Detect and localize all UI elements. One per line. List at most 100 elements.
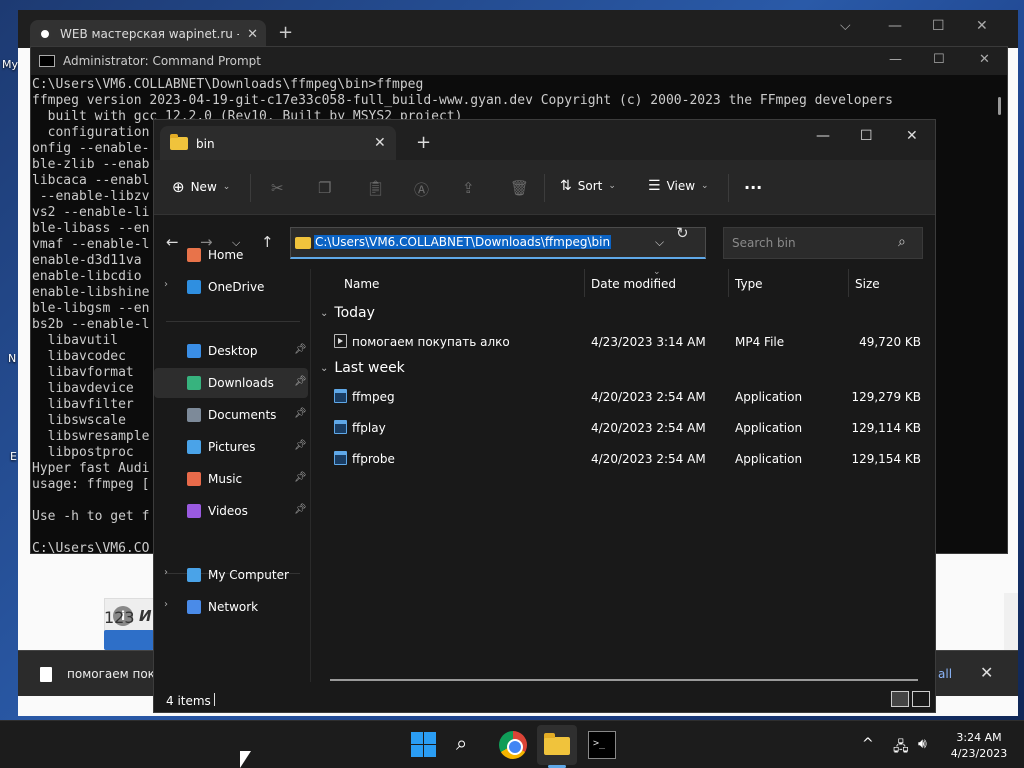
sort-button[interactable]: ⇅ Sort ⌄ xyxy=(560,178,616,194)
tiles-view-icon[interactable] xyxy=(912,691,930,707)
refresh-icon[interactable]: ↻ xyxy=(676,224,689,242)
chrome-icon[interactable] xyxy=(499,731,527,759)
status-bar: 4 items xyxy=(154,682,935,712)
chevron-up-icon[interactable]: ^ xyxy=(862,736,874,752)
maximize-icon[interactable]: ☐ xyxy=(933,52,945,67)
horizontal-scrollbar[interactable] xyxy=(330,679,918,681)
column-header-name[interactable]: Name xyxy=(344,277,379,291)
address-bar[interactable]: C:\Users\VM6.COLLABNET\Downloads\ffmpeg\… xyxy=(290,227,706,259)
cmd-scrollbar-thumb[interactable] xyxy=(998,97,1001,115)
column-divider[interactable] xyxy=(728,269,729,297)
pin-icon: 📌︎ xyxy=(294,408,307,419)
minimize-icon[interactable]: — xyxy=(888,18,902,34)
maximize-icon[interactable]: ☐ xyxy=(932,18,945,34)
sidebar-item-pictures[interactable]: Pictures 📌︎ xyxy=(154,432,308,462)
expand-chevron-icon[interactable]: › xyxy=(164,567,168,578)
explorer-titlebar: bin ✕ + — ☐ ✕ xyxy=(154,120,935,160)
search-icon[interactable]: ⌕ xyxy=(456,731,484,759)
group-header[interactable]: ⌄ Last week xyxy=(320,360,405,376)
volume-icon[interactable]: 🔊︎ xyxy=(918,736,927,752)
file-explorer-window: bin ✕ + — ☐ ✕ ⊕ New ⌄ ✂ ❐ 📋︎ Ⓐ ⇪ 🗑︎ ⇅ So… xyxy=(153,119,936,713)
delete-icon[interactable]: 🗑︎ xyxy=(510,179,529,197)
file-row[interactable]: ffprobe 4/20/2023 2:54 AM Application 129,1… xyxy=(314,446,935,472)
command-prompt-icon[interactable] xyxy=(588,731,616,759)
file-row[interactable]: помогаем покупать алко 4/23/2023 3:14 AM M… xyxy=(314,329,935,355)
sidebar-item-desktop[interactable]: Desktop 📌︎ xyxy=(154,336,308,366)
desktop-icon-label-1[interactable]: My xyxy=(2,58,18,71)
sidebar-item-home[interactable]: Home xyxy=(154,240,308,270)
browser-titlebar: WEB мастерская wapinet.ru - по ✕ + ⌵ — ☐… xyxy=(18,10,1018,48)
new-button[interactable]: ⊕ New ⌄ xyxy=(172,178,230,196)
desktop-icon-label-2[interactable]: N xyxy=(8,352,16,365)
show-all-link[interactable]: all xyxy=(938,667,952,681)
expand-chevron-icon[interactable]: › xyxy=(164,599,168,610)
page-button[interactable] xyxy=(104,630,154,650)
sidebar-scrollbar[interactable] xyxy=(310,269,311,682)
expand-chevron-icon[interactable]: › xyxy=(164,279,168,290)
sidebar-item-documents[interactable]: Documents 📌︎ xyxy=(154,400,308,430)
column-header-type[interactable]: Type xyxy=(735,277,763,291)
new-button-label: New xyxy=(190,180,217,194)
maximize-icon[interactable]: ☐ xyxy=(860,128,873,144)
sidebar-item-network[interactable]: › Network xyxy=(154,592,308,622)
onedrive-icon xyxy=(187,280,201,294)
browser-tab[interactable]: WEB мастерская wapinet.ru - по ✕ xyxy=(30,20,266,48)
column-divider[interactable] xyxy=(584,269,585,297)
pin-icon: 📌︎ xyxy=(294,376,307,387)
view-button-label: View xyxy=(666,179,696,193)
close-icon[interactable]: ✕ xyxy=(976,18,988,34)
sidebar-item-onedrive[interactable]: › OneDrive xyxy=(154,272,308,302)
new-tab-button[interactable]: + xyxy=(416,134,431,152)
close-download-bar-button[interactable]: ✕ xyxy=(980,663,993,682)
address-dropdown-icon[interactable]: ⌵ xyxy=(655,235,664,250)
address-path[interactable]: C:\Users\VM6.COLLABNET\Downloads\ffmpeg\… xyxy=(314,235,612,249)
sidebar-item-label: Pictures xyxy=(208,440,256,454)
toolbar-divider xyxy=(728,174,729,202)
chevron-down-icon: ⌄ xyxy=(608,181,616,191)
view-button[interactable]: ☰ View ⌄ xyxy=(648,178,709,194)
minimize-icon[interactable]: — xyxy=(889,52,902,67)
minimize-icon[interactable]: — xyxy=(816,128,830,144)
close-icon[interactable]: ✕ xyxy=(979,52,990,67)
network-icon[interactable]: 🖧︎ xyxy=(893,736,909,760)
info-letter: И xyxy=(139,607,152,625)
copy-icon[interactable]: ❐ xyxy=(318,179,331,197)
group-header[interactable]: ⌄ Today xyxy=(320,305,375,321)
new-tab-button[interactable]: + xyxy=(278,24,293,42)
desktop-icon-label-3[interactable]: E xyxy=(10,450,17,463)
file-row[interactable]: ffmpeg 4/20/2023 2:54 AM Application 129,27… xyxy=(314,384,935,410)
collapse-chevron-icon[interactable]: ⌄ xyxy=(320,363,328,374)
application-file-icon xyxy=(334,451,347,465)
file-explorer-icon[interactable] xyxy=(543,731,571,759)
sidebar-item-my-computer[interactable]: › My Computer xyxy=(154,560,308,590)
folder-icon xyxy=(170,134,188,150)
more-options-button[interactable]: ··· xyxy=(744,178,762,197)
column-header-date[interactable]: Date modified xyxy=(591,277,676,291)
file-row[interactable]: ffplay 4/20/2023 2:54 AM Application 129,11… xyxy=(314,415,935,441)
sidebar-item-downloads[interactable]: Downloads 📌︎ xyxy=(154,368,308,398)
sidebar-item-label: Downloads xyxy=(208,376,274,390)
sidebar-item-music[interactable]: Music 📌︎ xyxy=(154,464,308,494)
file-icon xyxy=(40,667,52,682)
paste-icon[interactable]: 📋︎ xyxy=(366,179,385,197)
cut-icon[interactable]: ✂ xyxy=(271,179,284,197)
close-tab-icon[interactable]: ✕ xyxy=(247,27,258,42)
system-clock[interactable]: 3:24 AM 4/23/2023 xyxy=(948,730,1010,762)
downloads-icon xyxy=(187,376,201,390)
file-name: ffprobe xyxy=(352,452,395,466)
explorer-tab[interactable]: bin ✕ xyxy=(160,126,396,160)
sidebar-item-videos[interactable]: Videos 📌︎ xyxy=(154,496,308,526)
column-divider[interactable] xyxy=(848,269,849,297)
column-header-size[interactable]: Size xyxy=(855,277,880,291)
collapse-chevron-icon[interactable]: ⌄ xyxy=(320,308,328,319)
chevron-down-icon[interactable]: ⌵ xyxy=(840,18,851,34)
rename-icon[interactable]: Ⓐ xyxy=(414,179,429,200)
search-box[interactable]: Search bin ⌕ xyxy=(723,227,923,259)
cmd-title: Administrator: Command Prompt xyxy=(63,54,261,68)
details-view-icon[interactable] xyxy=(891,691,909,707)
share-icon[interactable]: ⇪ xyxy=(462,179,475,197)
windows-start-icon[interactable] xyxy=(410,731,438,759)
toolbar-divider xyxy=(250,174,251,202)
close-tab-icon[interactable]: ✕ xyxy=(374,135,386,151)
close-icon[interactable]: ✕ xyxy=(906,128,918,144)
